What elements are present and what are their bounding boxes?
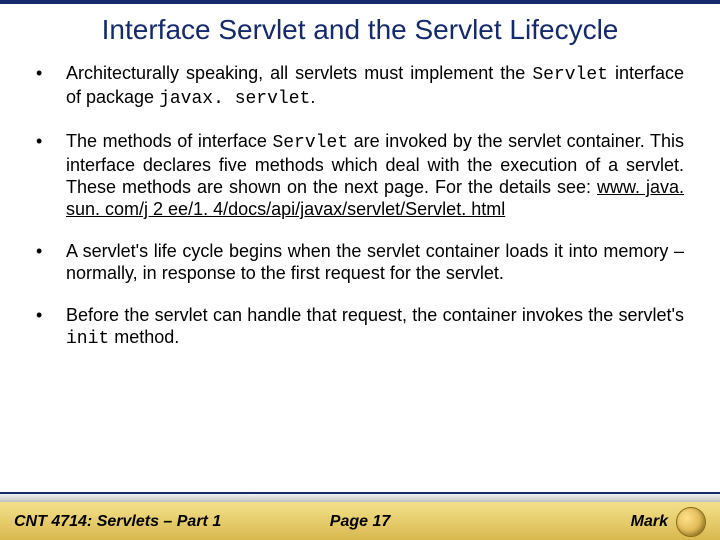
text-run: . <box>310 87 315 107</box>
footer-bar: CNT 4714: Servlets – Part 1 Page 17 Mark <box>0 502 720 540</box>
slide-content: • Architecturally speaking, all servlets… <box>0 62 720 350</box>
footer: CNT 4714: Servlets – Part 1 Page 17 Mark… <box>0 492 720 540</box>
footer-page: Page 17 <box>245 513 476 531</box>
slide-title: Interface Servlet and the Servlet Lifecy… <box>0 14 720 46</box>
text-run: The methods of interface <box>66 131 272 151</box>
footer-course: CNT 4714: Servlets – Part 1 <box>14 513 245 531</box>
bullet-1: • Architecturally speaking, all servlets… <box>36 62 684 110</box>
bullet-marker: • <box>36 240 66 262</box>
bullet-text: A servlet's life cycle begins when the s… <box>66 240 684 284</box>
footer-author-wrap: Mark <box>475 507 706 537</box>
bullet-text: The methods of interface Servlet are inv… <box>66 130 684 220</box>
bullet-marker: • <box>36 130 66 152</box>
bullet-text: Before the servlet can handle that reque… <box>66 304 684 350</box>
bullet-marker: • <box>36 62 66 84</box>
bullet-3: • A servlet's life cycle begins when the… <box>36 240 684 284</box>
text-run: Architecturally speaking, all servlets m… <box>66 63 532 83</box>
footer-divider <box>0 492 720 502</box>
code-run: Servlet <box>272 133 348 153</box>
bullet-4: • Before the servlet can handle that req… <box>36 304 684 350</box>
bullet-text: Architecturally speaking, all servlets m… <box>66 62 684 110</box>
bullet-marker: • <box>36 304 66 326</box>
text-run: method. <box>109 327 179 347</box>
bullet-2: • The methods of interface Servlet are i… <box>36 130 684 220</box>
ucf-logo-icon <box>676 507 706 537</box>
code-run: Servlet <box>532 65 608 85</box>
slide: Interface Servlet and the Servlet Lifecy… <box>0 0 720 540</box>
code-run: init <box>66 329 109 349</box>
text-run: Before the servlet can handle that reque… <box>66 305 684 325</box>
code-run: javax. servlet <box>159 89 310 109</box>
footer-author: Mark <box>631 513 668 531</box>
